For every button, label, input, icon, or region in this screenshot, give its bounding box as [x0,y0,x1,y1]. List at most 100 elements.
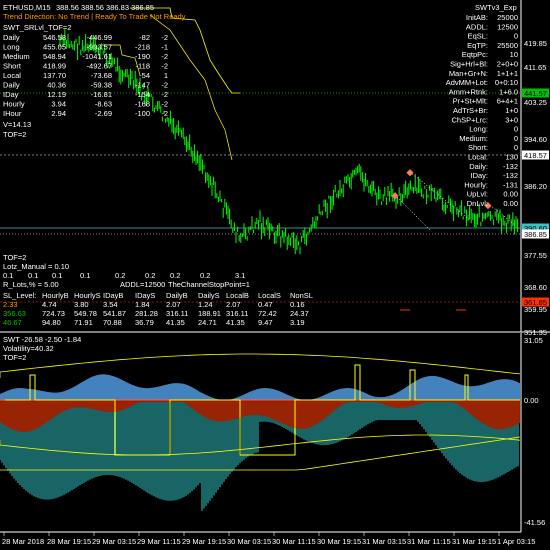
chart-canvas[interactable]: ETHUSD,M15 388.56 388.56 386.83 386.85 T… [0,0,550,550]
indicator-name: SWTv3_Exp [475,3,517,12]
sr-row-v1: 2.94 [51,109,66,118]
sr-row-v4: -2 [161,90,168,99]
sl-header: NonSL [290,291,313,300]
time-label: 29 Mar 03:15 [92,537,136,546]
sr-row-v2: -16.81 [91,90,112,99]
sl-header: SL_Level: [3,291,36,300]
account-row-label: IDay: [470,171,488,180]
account-row-label: Sig+Hrl+Bl: [450,60,488,69]
sr-row-v3: -168 [135,100,150,109]
sl-header: DailyS [198,291,220,300]
sl-cell: 0.47 [258,300,273,309]
sl-cell: 1.24 [198,300,213,309]
sl-header: LocalB [226,291,249,300]
account-row-label: UpLvl: [467,190,488,199]
sr-row-v4: -2 [161,62,168,71]
price-tick: 394.60 [524,135,547,144]
sr-level-header: SWT_SRLvl_TOF=2 [3,23,71,32]
channel-stop: TheChannelStopPoint=1 [168,280,250,289]
trend-status: Trend Direction: No Trend | Ready To Tra… [3,12,186,21]
account-row-value: 0.00 [503,199,518,208]
sr-row-v3: -82 [139,33,150,42]
lot-value: 0.1 [3,271,13,280]
sr-row-v4: -2 [161,109,168,118]
sr-row-v1: 12.19 [47,90,66,99]
sl-cell: 4.74 [42,300,57,309]
price-tick: 368.60 [524,283,547,292]
sr-row-label: Local [3,71,21,80]
sr-row-v1: 455.05 [43,43,66,52]
time-label: 28 Mar 2018 [2,537,44,546]
sl-cell: 188.91 [198,309,221,318]
sl-cell: 41.35 [226,318,245,327]
sl-cell: 316.11 [166,309,188,318]
account-row-label: DnLvl: [467,199,488,208]
account-row-label: Man+Gr+N: [449,69,488,78]
volume-line: V=14.13 [3,120,31,129]
sr-row-v2: -492.67 [87,62,112,71]
account-row-value: 0 [514,32,518,41]
sr-row-v3: -154 [135,90,150,99]
sr-row-v1: 3.94 [51,100,66,109]
sr-row-label: Long [3,43,20,52]
sr-row-v3: -190 [135,52,150,61]
account-row-value: 25500 [497,41,518,50]
sr-row-v2: -73.68 [91,71,112,80]
sl-cell: 3.80 [74,300,89,309]
account-row-label: ChSP+Lrc: [452,115,488,124]
account-row-value: 1+0 [505,106,518,115]
account-row-value: 3+0 [505,115,518,124]
price-label: 418.57 [524,151,547,160]
sl-cell: 3.19 [290,318,305,327]
sr-row-v3: -147 [135,81,150,90]
account-row-value: 10 [510,50,518,59]
account-row-label: Local: [468,153,488,162]
volatility-label: Volatility=40.32 [3,344,54,353]
account-row-label: Amm+Rtnk: [449,87,488,96]
sl-header: IDayS [135,291,155,300]
sr-row-v3: -54 [139,71,150,80]
sr-row-label: IDay [3,90,19,99]
sr-row-v1: 137.70 [43,71,66,80]
account-row-value: 0 [514,143,518,152]
sl-cell: 9.47 [258,318,273,327]
sr-row-label: Medium [3,52,30,61]
account-row-value: 0 [514,125,518,134]
sr-row-v4: -2 [161,100,168,109]
sub-tick: -41.56 [524,518,545,527]
sub-tick: 31.05 [524,336,543,345]
account-row-label: Daily: [469,162,488,171]
lot-value: 0.2 [145,271,155,280]
lot-value: 0.1 [80,271,90,280]
sl-cell: 549.78 [74,309,97,318]
time-label: 1 Apr 03:15 [497,537,535,546]
sl-cell: 2.07 [166,300,181,309]
price-tick: 403.25 [524,98,547,107]
lotz-manual: Lotz_Manual = 0.10 [3,262,69,271]
sl-header: LocalS [258,291,281,300]
account-row-label: ADDL: [466,22,488,31]
bottom-tof: TOF=2 [3,253,26,262]
sl-cell: 70.88 [103,318,122,327]
sub-tick: 0.00 [524,396,539,405]
sl-cell: 0.16 [290,300,305,309]
sr-row-v4: 1 [164,71,168,80]
sr-row-v4: -2 [161,33,168,42]
sl-cell: 94.80 [42,318,61,327]
account-row-label: Long: [469,125,488,134]
sl-cell: 46.67 [3,318,22,327]
account-row-label: AdvMM+Lot: [446,78,488,87]
lot-value: 0.2 [200,271,210,280]
sr-row-label: Daily [3,33,20,42]
sr-row-label: IHour [3,109,22,118]
price-label: 441.57 [524,89,547,98]
sr-row-v2: -446.99 [87,33,112,42]
sr-row-v3: -118 [136,62,150,71]
sl-cell: 1.84 [135,300,150,309]
time-label: 30 Mar 03:15 [227,537,271,546]
sr-row-v1: 40.36 [47,81,66,90]
lot-value: 0.1 [52,271,62,280]
account-row-label: InitAB: [466,13,488,22]
sl-cell: 724.73 [42,309,65,318]
account-row-value: 6+4+1 [497,97,518,106]
